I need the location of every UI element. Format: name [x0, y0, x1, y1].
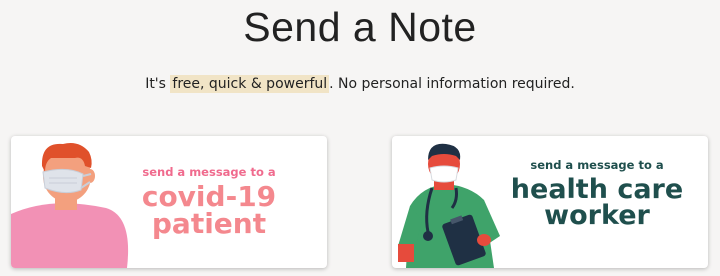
subtitle-prefix: It's [145, 76, 171, 92]
page-title: Send a Note [243, 4, 477, 50]
card-title-line2: worker [544, 200, 650, 231]
card-title-line1: covid-19 [141, 180, 277, 213]
card-small-label: send a message to a [530, 158, 664, 172]
card-title-line2: patient [151, 207, 267, 240]
subtitle-suffix: . No personal information required. [329, 76, 575, 92]
subtitle-highlight: free, quick & powerful [170, 75, 330, 93]
health-care-worker-card[interactable]: send a message to a health care worker [392, 136, 708, 268]
page-subtitle: It's free, quick & powerful. No personal… [0, 75, 720, 93]
covid-patient-card[interactable]: send a message to a covid-19 patient [11, 136, 327, 268]
card-small-label: send a message to a [142, 165, 276, 179]
hcw-card-text: send a message to a health care worker [492, 158, 702, 229]
covid-card-text: send a message to a covid-19 patient [131, 165, 287, 240]
